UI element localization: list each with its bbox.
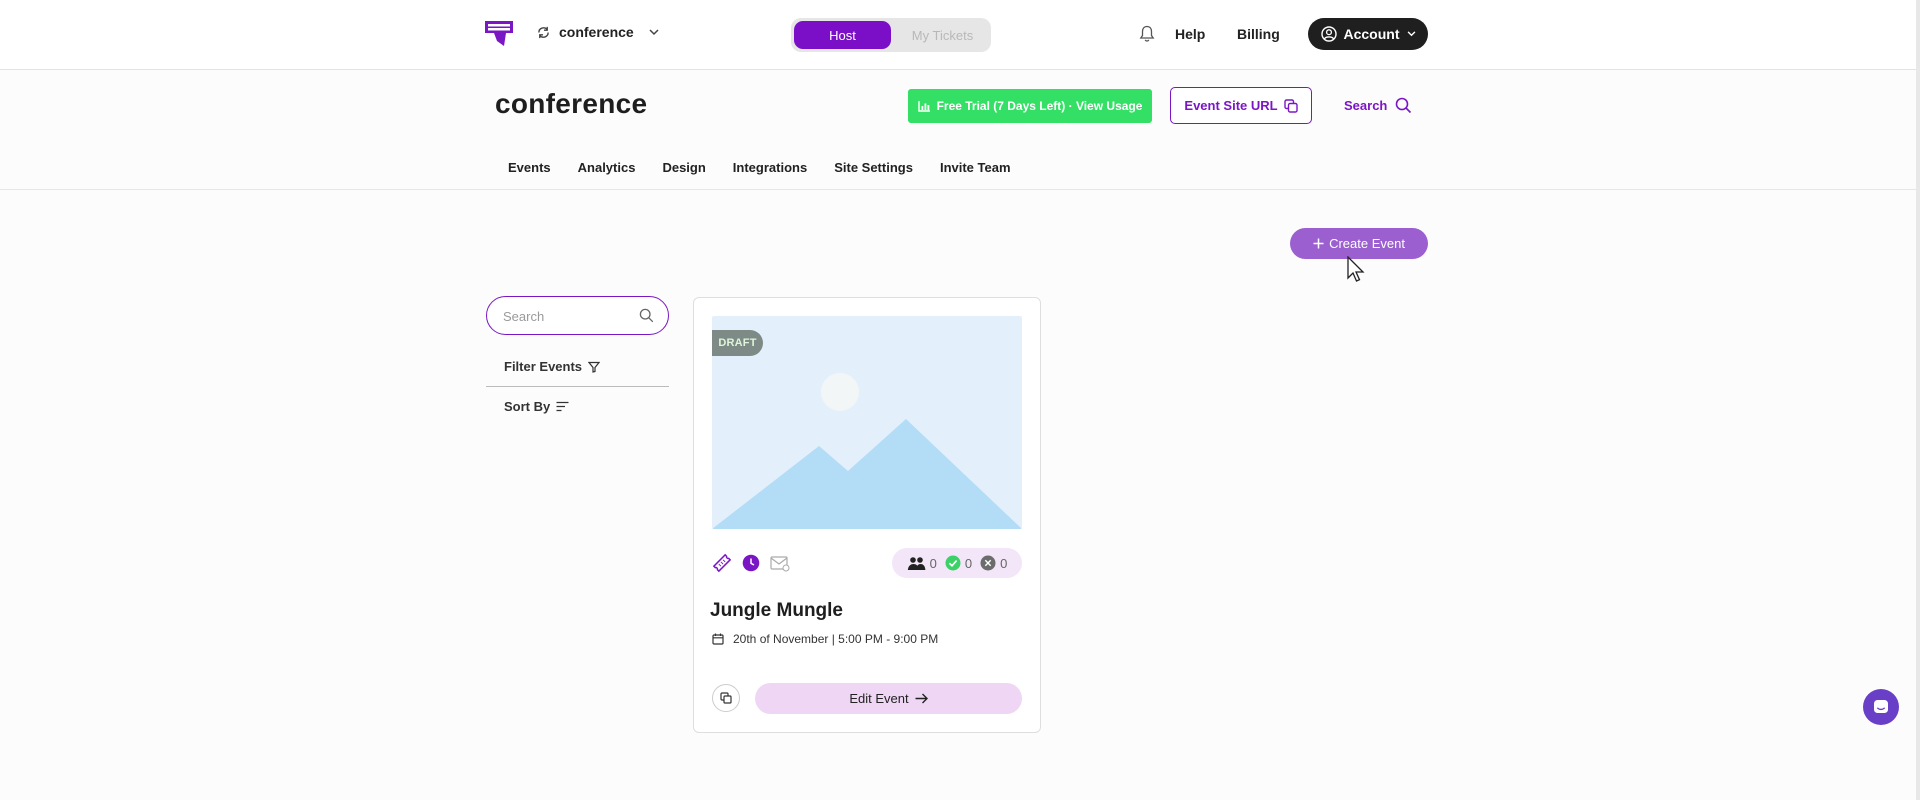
approved-count-value: 0	[964, 555, 973, 571]
page-title: conference	[495, 88, 648, 119]
arrow-right-icon	[915, 693, 928, 704]
create-event-label: Create Event	[1329, 236, 1405, 251]
draft-badge: DRAFT	[712, 330, 763, 356]
filter-icon	[588, 361, 601, 373]
edit-event-button[interactable]: Edit Event	[755, 683, 1022, 714]
sort-by-label: Sort By	[504, 399, 551, 414]
mail-icon[interactable]	[770, 555, 790, 572]
event-site-url-button[interactable]: Event Site URL	[1170, 87, 1312, 124]
bell-icon[interactable]	[1139, 25, 1155, 42]
filter-events-button[interactable]: Filter Events	[504, 359, 601, 374]
free-trial-label: Free Trial (7 Days Left) · View Usage	[936, 99, 1143, 113]
approved-count: 0	[945, 555, 972, 571]
mode-toggle: Host My Tickets	[791, 18, 991, 52]
chevron-down-icon	[649, 28, 659, 35]
user-circle-icon	[1320, 26, 1337, 42]
event-search-input[interactable]	[501, 306, 635, 326]
copy-icon	[720, 692, 732, 704]
sort-icon	[556, 401, 569, 412]
global-search-link[interactable]: Search	[1344, 97, 1412, 114]
clock-icon[interactable]	[742, 554, 760, 572]
search-icon[interactable]	[639, 308, 654, 323]
declined-count: 0	[980, 555, 1007, 571]
check-circle-icon	[945, 555, 961, 571]
global-search-label: Search	[1344, 98, 1388, 113]
users-icon	[907, 556, 926, 570]
create-event-button[interactable]: Create Event	[1290, 228, 1428, 259]
duplicate-event-button[interactable]	[712, 684, 740, 712]
sidebar-divider	[486, 386, 669, 387]
support-chat-button[interactable]	[1863, 689, 1899, 725]
host-mode-button[interactable]: Host	[794, 21, 891, 49]
event-site-url-label: Event Site URL	[1184, 98, 1278, 113]
calendar-icon	[712, 633, 724, 645]
header-divider	[0, 189, 1916, 190]
logo-icon[interactable]	[484, 19, 514, 47]
my-tickets-mode-button[interactable]: My Tickets	[897, 21, 988, 49]
event-date: 20th of November | 5:00 PM - 9:00 PM	[712, 632, 938, 646]
site-switcher[interactable]: conference	[537, 24, 659, 40]
top-bar: conference Host My Tickets Help Billing …	[0, 0, 1916, 70]
attendees-count-value: 0	[929, 555, 937, 571]
page-scrollbar[interactable]	[1916, 0, 1920, 800]
help-link[interactable]: Help	[1175, 26, 1205, 42]
site-tabs: Events Analytics Design Integrations Sit…	[508, 160, 1011, 175]
tab-events[interactable]: Events	[508, 160, 551, 175]
ticket-icon[interactable]	[712, 553, 732, 573]
tab-site-settings[interactable]: Site Settings	[834, 160, 913, 175]
mouse-cursor-icon	[1347, 256, 1365, 282]
chat-icon	[1874, 700, 1888, 713]
free-trial-button[interactable]: Free Trial (7 Days Left) · View Usage	[908, 89, 1152, 123]
billing-link[interactable]: Billing	[1237, 26, 1280, 42]
filter-events-label: Filter Events	[504, 359, 583, 374]
refresh-icon	[538, 26, 549, 38]
copy-icon	[1283, 98, 1298, 113]
search-icon	[1396, 97, 1412, 114]
tab-design[interactable]: Design	[662, 160, 705, 175]
x-circle-icon	[980, 555, 996, 571]
tab-analytics[interactable]: Analytics	[578, 160, 636, 175]
site-switcher-label: conference	[559, 24, 634, 40]
event-title[interactable]: Jungle Mungle	[710, 600, 843, 622]
event-date-text: 20th of November | 5:00 PM - 9:00 PM	[733, 632, 939, 646]
account-button[interactable]: Account	[1308, 18, 1428, 50]
plus-icon	[1313, 238, 1324, 249]
event-thumbnail[interactable]: DRAFT	[712, 316, 1022, 529]
event-card[interactable]: DRAFT 0 0 0 Jungle Mungle 20th of Novemb…	[693, 297, 1041, 733]
edit-event-label: Edit Event	[849, 691, 909, 706]
event-search-field	[486, 296, 669, 335]
tab-invite-team[interactable]: Invite Team	[940, 160, 1011, 175]
account-label: Account	[1343, 26, 1400, 42]
event-counts: 0 0 0	[892, 548, 1022, 578]
bar-chart-icon	[917, 101, 930, 112]
sort-by-button[interactable]: Sort By	[504, 399, 569, 414]
chevron-down-icon	[1407, 31, 1415, 37]
attendees-count: 0	[907, 556, 937, 571]
event-status-icons	[712, 553, 790, 573]
declined-count-value: 0	[1000, 555, 1008, 571]
tab-integrations[interactable]: Integrations	[733, 160, 807, 175]
